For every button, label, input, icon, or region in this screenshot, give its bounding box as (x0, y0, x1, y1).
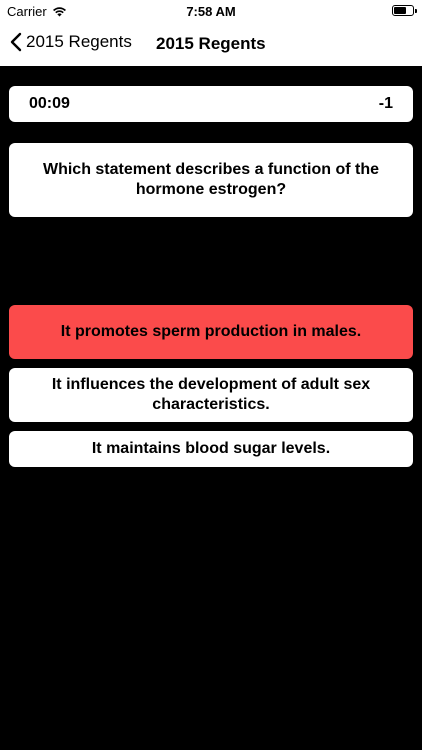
elapsed-time: 00:09 (29, 95, 70, 112)
question-text: Which statement describes a function of … (42, 161, 380, 198)
status-time: 7:58 AM (186, 4, 236, 19)
answer-option-incorrect[interactable]: It promotes sperm production in males. (9, 305, 413, 359)
answer-text: It maintains blood sugar levels. (91, 440, 331, 457)
back-button[interactable]: 2015 Regents (10, 32, 132, 52)
question-card: Which statement describes a function of … (9, 143, 413, 217)
chevron-left-icon (10, 32, 22, 52)
battery-level (394, 7, 406, 14)
status-bar: Carrier 7:58 AM (0, 0, 422, 22)
back-button-label: 2015 Regents (26, 32, 132, 51)
answer-option[interactable]: It maintains blood sugar levels. (9, 431, 413, 467)
page-title: 2015 Regents (156, 34, 266, 53)
timer-card: 00:09 -1 (9, 86, 413, 122)
navigation-bar: 2015 Regents 2015 Regents (0, 22, 422, 66)
answer-option[interactable]: It influences the development of adult s… (9, 368, 413, 422)
score-value: -1 (378, 95, 393, 112)
answer-text: It influences the development of adult s… (51, 376, 371, 413)
answer-text: It promotes sperm production in males. (60, 323, 362, 340)
battery-icon (392, 5, 417, 16)
